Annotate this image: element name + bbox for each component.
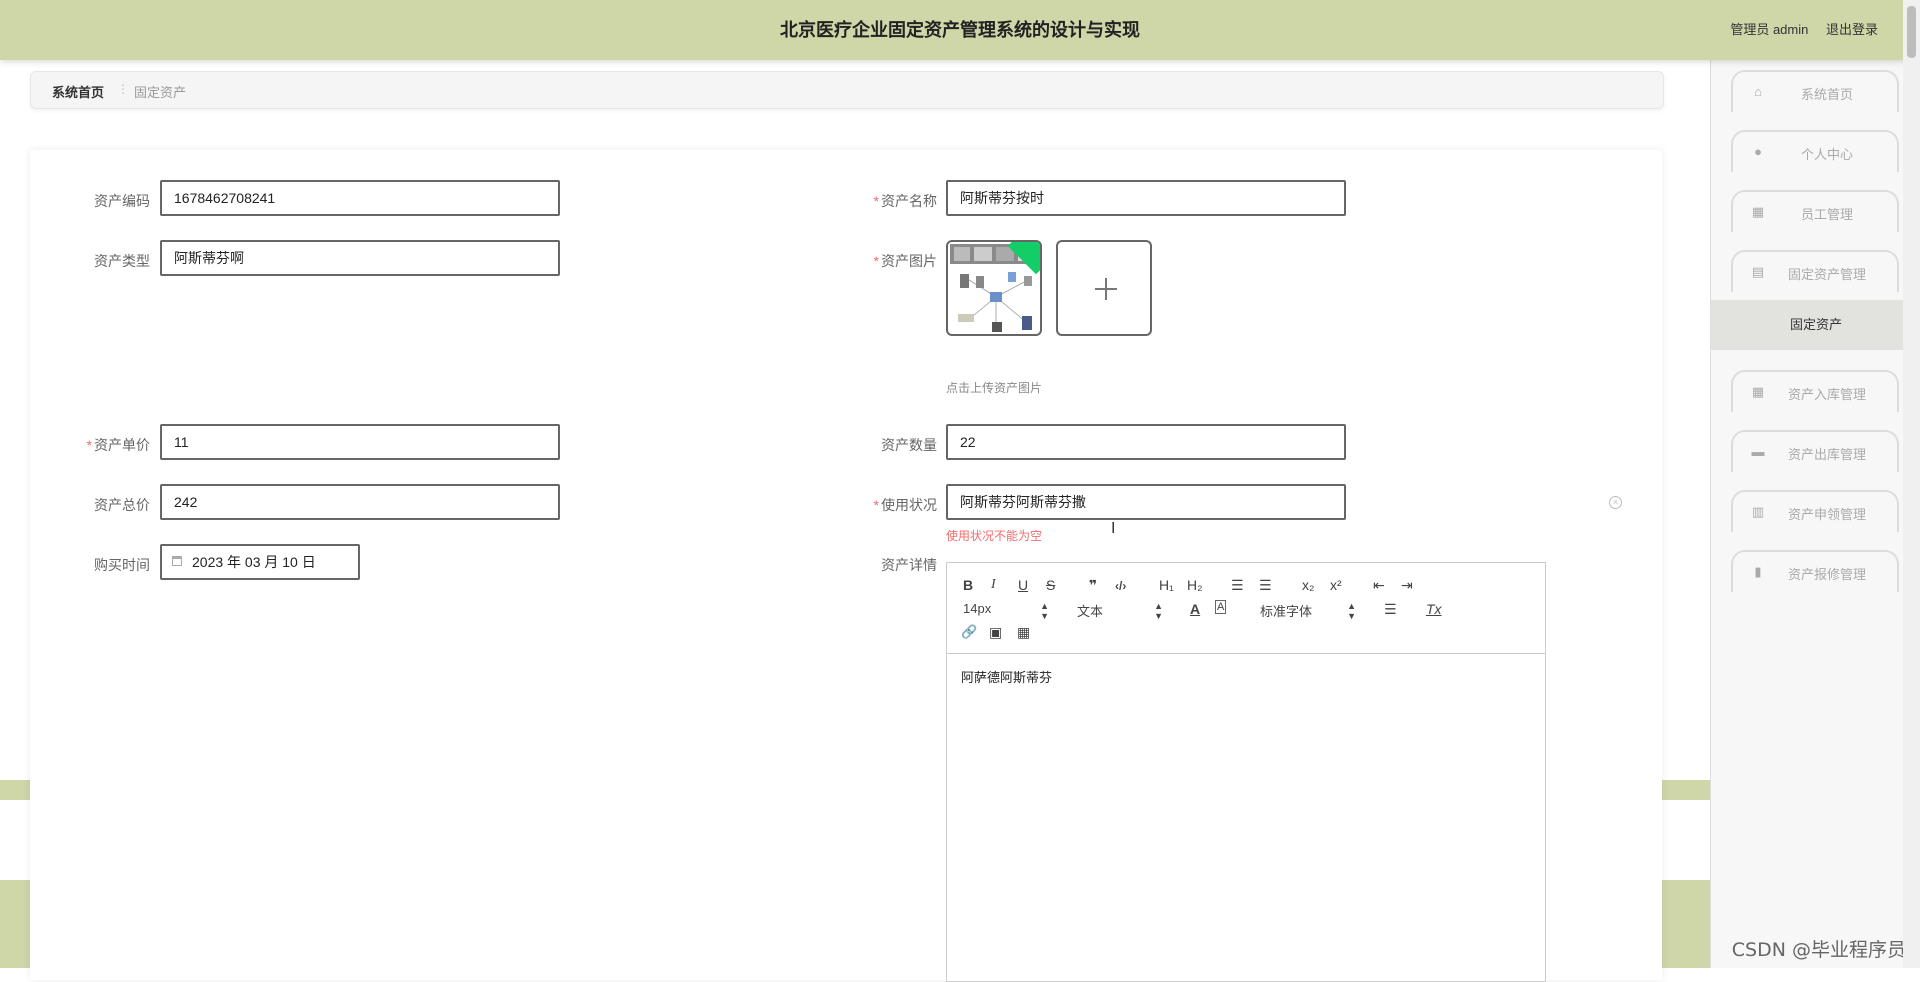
page-scrollbar[interactable] [1903,0,1920,968]
bold-button[interactable]: B [963,576,973,594]
clear-circle-icon[interactable]: × [1609,496,1622,509]
upload-hint: 点击上传资产图片 [946,381,1043,395]
purchase-date-value: 2023 年 03 月 10 日 [192,554,316,570]
sidebar-item-employees[interactable]: ▦ 员工管理 [1731,190,1899,232]
italic-button[interactable]: I [991,576,996,594]
top-header: 北京医疗企业固定资产管理系统的设计与实现 管理员 admin 退出登录 [0,0,1920,60]
asset-name-input[interactable]: 阿斯蒂芬按时 [946,180,1346,216]
asset-type-label: 资产类型 [94,253,150,269]
ordered-list-button[interactable]: ☰ [1231,576,1244,594]
outdent-button[interactable]: ⇤ [1373,576,1385,594]
asset-image-label: * 资产图片 [873,253,937,269]
text-style-select[interactable]: 文本 ▲ ▼ [1077,601,1163,621]
blockquote-button[interactable]: ❞ [1089,576,1097,594]
usage-status-input[interactable]: 阿斯蒂芬阿斯蒂芬撒 [946,484,1346,520]
code-block-button[interactable]: ‹/› [1115,577,1126,595]
quantity-input[interactable]: 22 [946,424,1346,460]
link-button[interactable]: 🔗 [961,623,977,641]
editor-content[interactable]: 阿萨德阿斯蒂芬 [961,667,1052,686]
total-price-label: 资产总价 [94,497,150,513]
editor-toolbar: B I U S ❞ ‹/› H₁ H₂ ☰ ☰ x₂ x² ⇤ ⇥ 14px ▲ ▼… [947,563,1545,654]
clear-format-button[interactable]: Tx [1426,600,1442,618]
logout-link[interactable]: 退出登录 [1826,22,1878,37]
sidebar-item-label: 系统首页 [1800,87,1853,102]
details-label: 资产详情 [881,557,937,573]
purchase-date-picker[interactable]: 2023 年 03 月 10 日 [160,544,360,580]
font-family-select[interactable]: 标准字体 ▲ ▼ [1260,601,1356,621]
sidebar-item-stock-out[interactable]: ▬ 资产出库管理 [1731,430,1899,472]
sidebar-item-label: 资产出库管理 [1787,447,1866,462]
page-title: 北京医疗企业固定资产管理系统的设计与实现 [780,20,1140,40]
asset-code-input[interactable]: 1678462708241 [160,180,560,216]
sidebar-item-label: 个人中心 [1800,147,1853,162]
sidebar-item-stock-in[interactable]: ▦ 资产入库管理 [1731,370,1899,412]
sidebar-item-label: 员工管理 [1800,207,1853,222]
text-cursor-icon: I [1111,520,1116,537]
sidebar-item-label: 资产申领管理 [1787,507,1866,522]
rich-text-editor: B I U S ❞ ‹/› H₁ H₂ ☰ ☰ x₂ x² ⇤ ⇥ 14px ▲ ▼… [946,562,1546,982]
breadcrumb-separator: ⋮ [117,82,129,96]
align-button[interactable]: ☰ [1384,600,1397,618]
uploaded-asset-image[interactable] [946,240,1042,336]
heading1-button[interactable]: H₁ [1159,576,1174,594]
sidebar-nav: ⌂ 系统首页 ● 个人中心 ▦ 员工管理 ▤ 固定资产管理 固定资产 ▦ 资产入… [1710,60,1920,968]
font-size-select[interactable]: 14px ▲ ▼ [963,601,1049,621]
calendar-icon [172,556,182,566]
scrollbar-thumb[interactable] [1907,6,1916,58]
watermark: CSDN @毕业程序员 [1731,939,1906,961]
sidebar-item-fixed-assets[interactable]: ▤ 固定资产管理 [1731,250,1899,292]
breadcrumb-home[interactable]: 系统首页 [52,82,104,101]
image-upload-button[interactable] [1056,240,1152,336]
unit-price-input[interactable]: 11 [160,424,560,460]
purchase-date-label: 购买时间 [94,557,150,573]
image-button[interactable]: ▣ [989,623,1002,641]
video-button[interactable]: ▦ [1017,623,1030,641]
strike-button[interactable]: S [1046,576,1055,594]
background-color-button[interactable]: A [1215,600,1227,614]
asset-type-input[interactable]: 阿斯蒂芬啊 [160,240,560,276]
sidebar-item-profile[interactable]: ● 个人中心 [1731,130,1899,172]
indent-button[interactable]: ⇥ [1401,576,1413,594]
sidebar-item-label: 资产入库管理 [1787,387,1866,402]
usage-status-label: * 使用状况 [873,497,937,513]
current-user-label: 管理员 admin [1730,22,1809,37]
sidebar-item-repairs[interactable]: ▮ 资产报修管理 [1731,550,1899,592]
heading2-button[interactable]: H₂ [1187,576,1203,594]
sidebar-item-label: 资产报修管理 [1787,567,1866,582]
bullet-list-button[interactable]: ☰ [1259,576,1272,594]
sidebar-item-requisition[interactable]: ▥ 资产申领管理 [1731,490,1899,532]
user-info: 管理员 admin 退出登录 [1716,0,1878,60]
subscript-button[interactable]: x₂ [1302,576,1314,594]
underline-button[interactable]: U [1018,576,1028,594]
quantity-label: 资产数量 [881,437,937,453]
sidebar-item-label: 固定资产管理 [1787,267,1866,282]
sidebar-subitem-fixed-asset[interactable]: 固定资产 [1711,300,1920,350]
usage-status-error: 使用状况不能为空 [946,529,1043,543]
superscript-button[interactable]: x² [1330,576,1342,594]
asset-name-label: * 资产名称 [873,193,937,209]
breadcrumb-current: 固定资产 [134,85,187,100]
asset-code-label: 资产编码 [94,193,150,209]
font-color-button[interactable]: A [1190,600,1200,618]
breadcrumb: 系统首页 ⋮ 固定资产 [30,71,1664,109]
unit-price-label: * 资产单价 [86,437,150,453]
sidebar-item-home[interactable]: ⌂ 系统首页 [1731,70,1899,112]
total-price-input[interactable]: 242 [160,484,560,520]
